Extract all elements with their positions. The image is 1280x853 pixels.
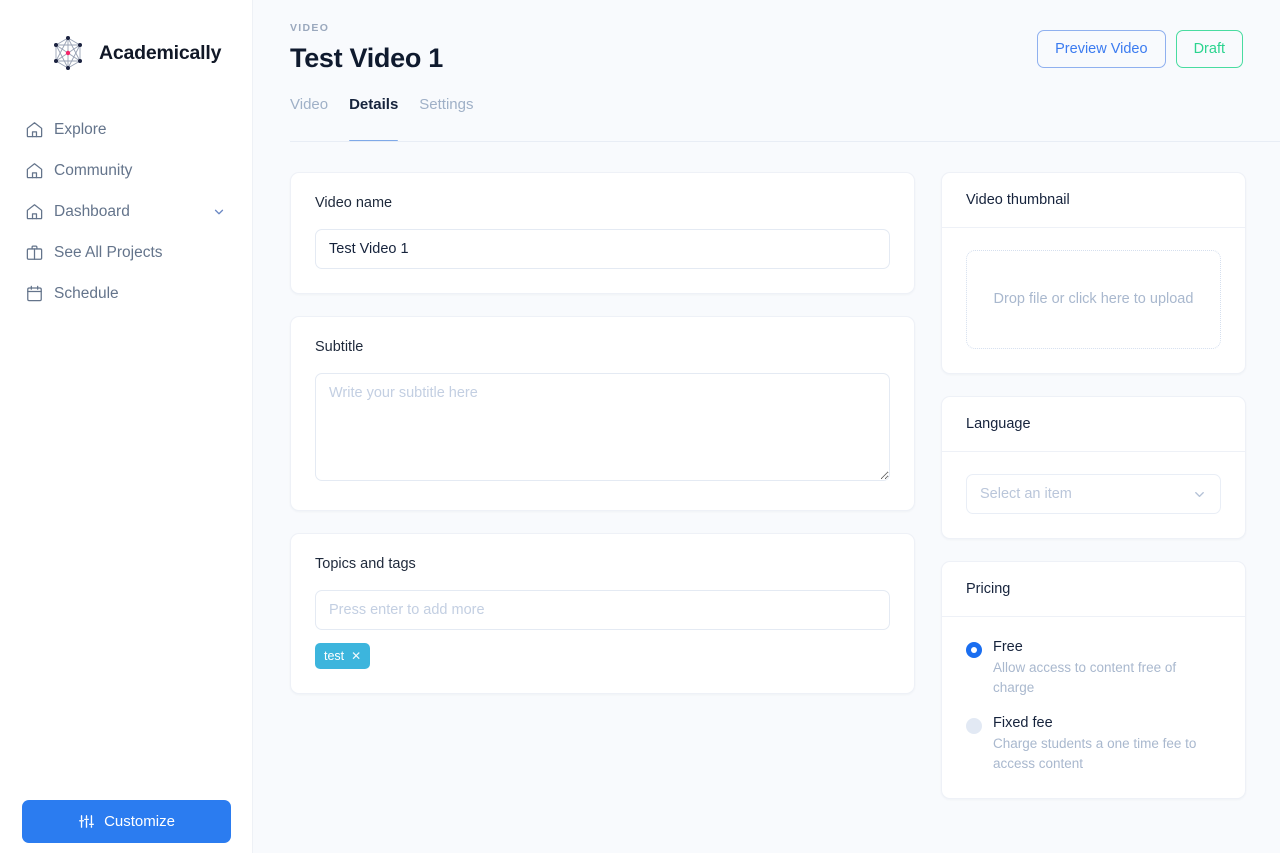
calendar-icon [24,284,44,304]
sidebar-item-label: Dashboard [54,202,130,220]
tag-label: test [324,649,345,663]
sidebar-item-label: See All Projects [54,243,163,261]
pricing-option-free[interactable]: Free Allow access to content free of cha… [966,639,1221,699]
pricing-option-label: Free [993,639,1023,655]
radio-fixed-fee[interactable] [966,717,982,734]
briefcase-icon [24,243,44,263]
language-title: Language [942,397,1245,452]
sliders-icon [78,813,95,830]
pricing-option-label: Fixed fee [993,714,1053,731]
subtitle-label: Subtitle [315,339,364,355]
brand-name: Academically [99,41,222,64]
chevron-down-icon [1192,487,1207,502]
brand[interactable]: Academically [0,0,252,73]
video-thumbnail-card: Video thumbnail Drop file or click here … [941,172,1246,374]
pricing-title: Pricing [942,562,1245,617]
tab-video[interactable]: Video [290,96,328,142]
video-name-input[interactable] [315,229,890,269]
thumbnail-dropzone[interactable]: Drop file or click here to upload [966,250,1221,349]
video-name-card: Video name [290,172,915,294]
right-column: Video thumbnail Drop file or click here … [941,172,1246,821]
close-icon[interactable]: ✕ [351,650,361,662]
chevron-down-icon[interactable] [212,205,226,219]
customize-label: Customize [104,813,175,830]
pricing-option-description: Allow access to content free of charge [993,660,1177,696]
left-column: Video name Subtitle Topics and tags [290,172,915,821]
app-root: Academically Explore Community Dashboard… [0,0,1280,853]
main-area: VIDEO Test Video 1 Preview Video Draft V… [253,0,1280,853]
language-card: Language Select an item [941,396,1246,539]
pricing-option-fixed-fee[interactable]: Fixed fee Charge students a one time fee… [966,715,1221,775]
tab-settings[interactable]: Settings [419,96,473,142]
preview-video-button[interactable]: Preview Video [1037,30,1166,68]
home-icon [24,161,44,181]
video-thumbnail-title: Video thumbnail [942,173,1245,228]
subtitle-textarea[interactable] [315,373,890,481]
sidebar-item-see-all-projects[interactable]: See All Projects [0,232,252,273]
topics-input[interactable] [315,590,890,630]
video-name-label: Video name [315,195,393,211]
sidebar-item-community[interactable]: Community [0,150,252,191]
radio-free[interactable] [966,642,982,658]
pricing-option-description: Charge students a one time fee to access… [993,735,1197,771]
network-graph-icon [48,33,88,73]
topics-label: Topics and tags [315,556,416,572]
draft-status-button[interactable]: Draft [1175,30,1243,68]
sidebar-item-label: Explore [54,120,107,138]
header-actions: Preview Video Draft [1037,30,1243,68]
subtitle-card: Subtitle [290,316,915,511]
topics-and-tags-card: Topics and tags test ✕ [290,533,915,694]
content-columns: Video name Subtitle Topics and tags [253,142,1280,821]
sidebar-item-schedule[interactable]: Schedule [0,273,252,314]
language-select[interactable]: Select an item [966,474,1221,514]
sidebar: Academically Explore Community Dashboard… [0,0,253,853]
customize-button[interactable]: Customize [22,800,231,843]
sidebar-item-dashboard[interactable]: Dashboard [0,191,252,232]
home-icon [24,202,44,222]
sidebar-item-explore[interactable]: Explore [0,109,252,150]
language-select-value: Select an item [980,486,1072,502]
pricing-card: Pricing Free Allow access to content fre… [941,561,1246,799]
tag-chip[interactable]: test ✕ [315,643,371,669]
sidebar-nav: Explore Community Dashboard See All Proj… [0,109,252,314]
home-icon [24,120,44,140]
tab-bar: Video Details Settings [253,96,1280,142]
page-header: VIDEO Test Video 1 Preview Video Draft [253,0,1280,74]
tab-details[interactable]: Details [349,96,399,142]
customize-area: Customize [22,800,231,843]
tag-list: test ✕ [315,643,890,669]
sidebar-item-label: Schedule [54,284,119,302]
sidebar-item-label: Community [54,161,133,179]
dropzone-text: Drop file or click here to upload [993,290,1194,307]
